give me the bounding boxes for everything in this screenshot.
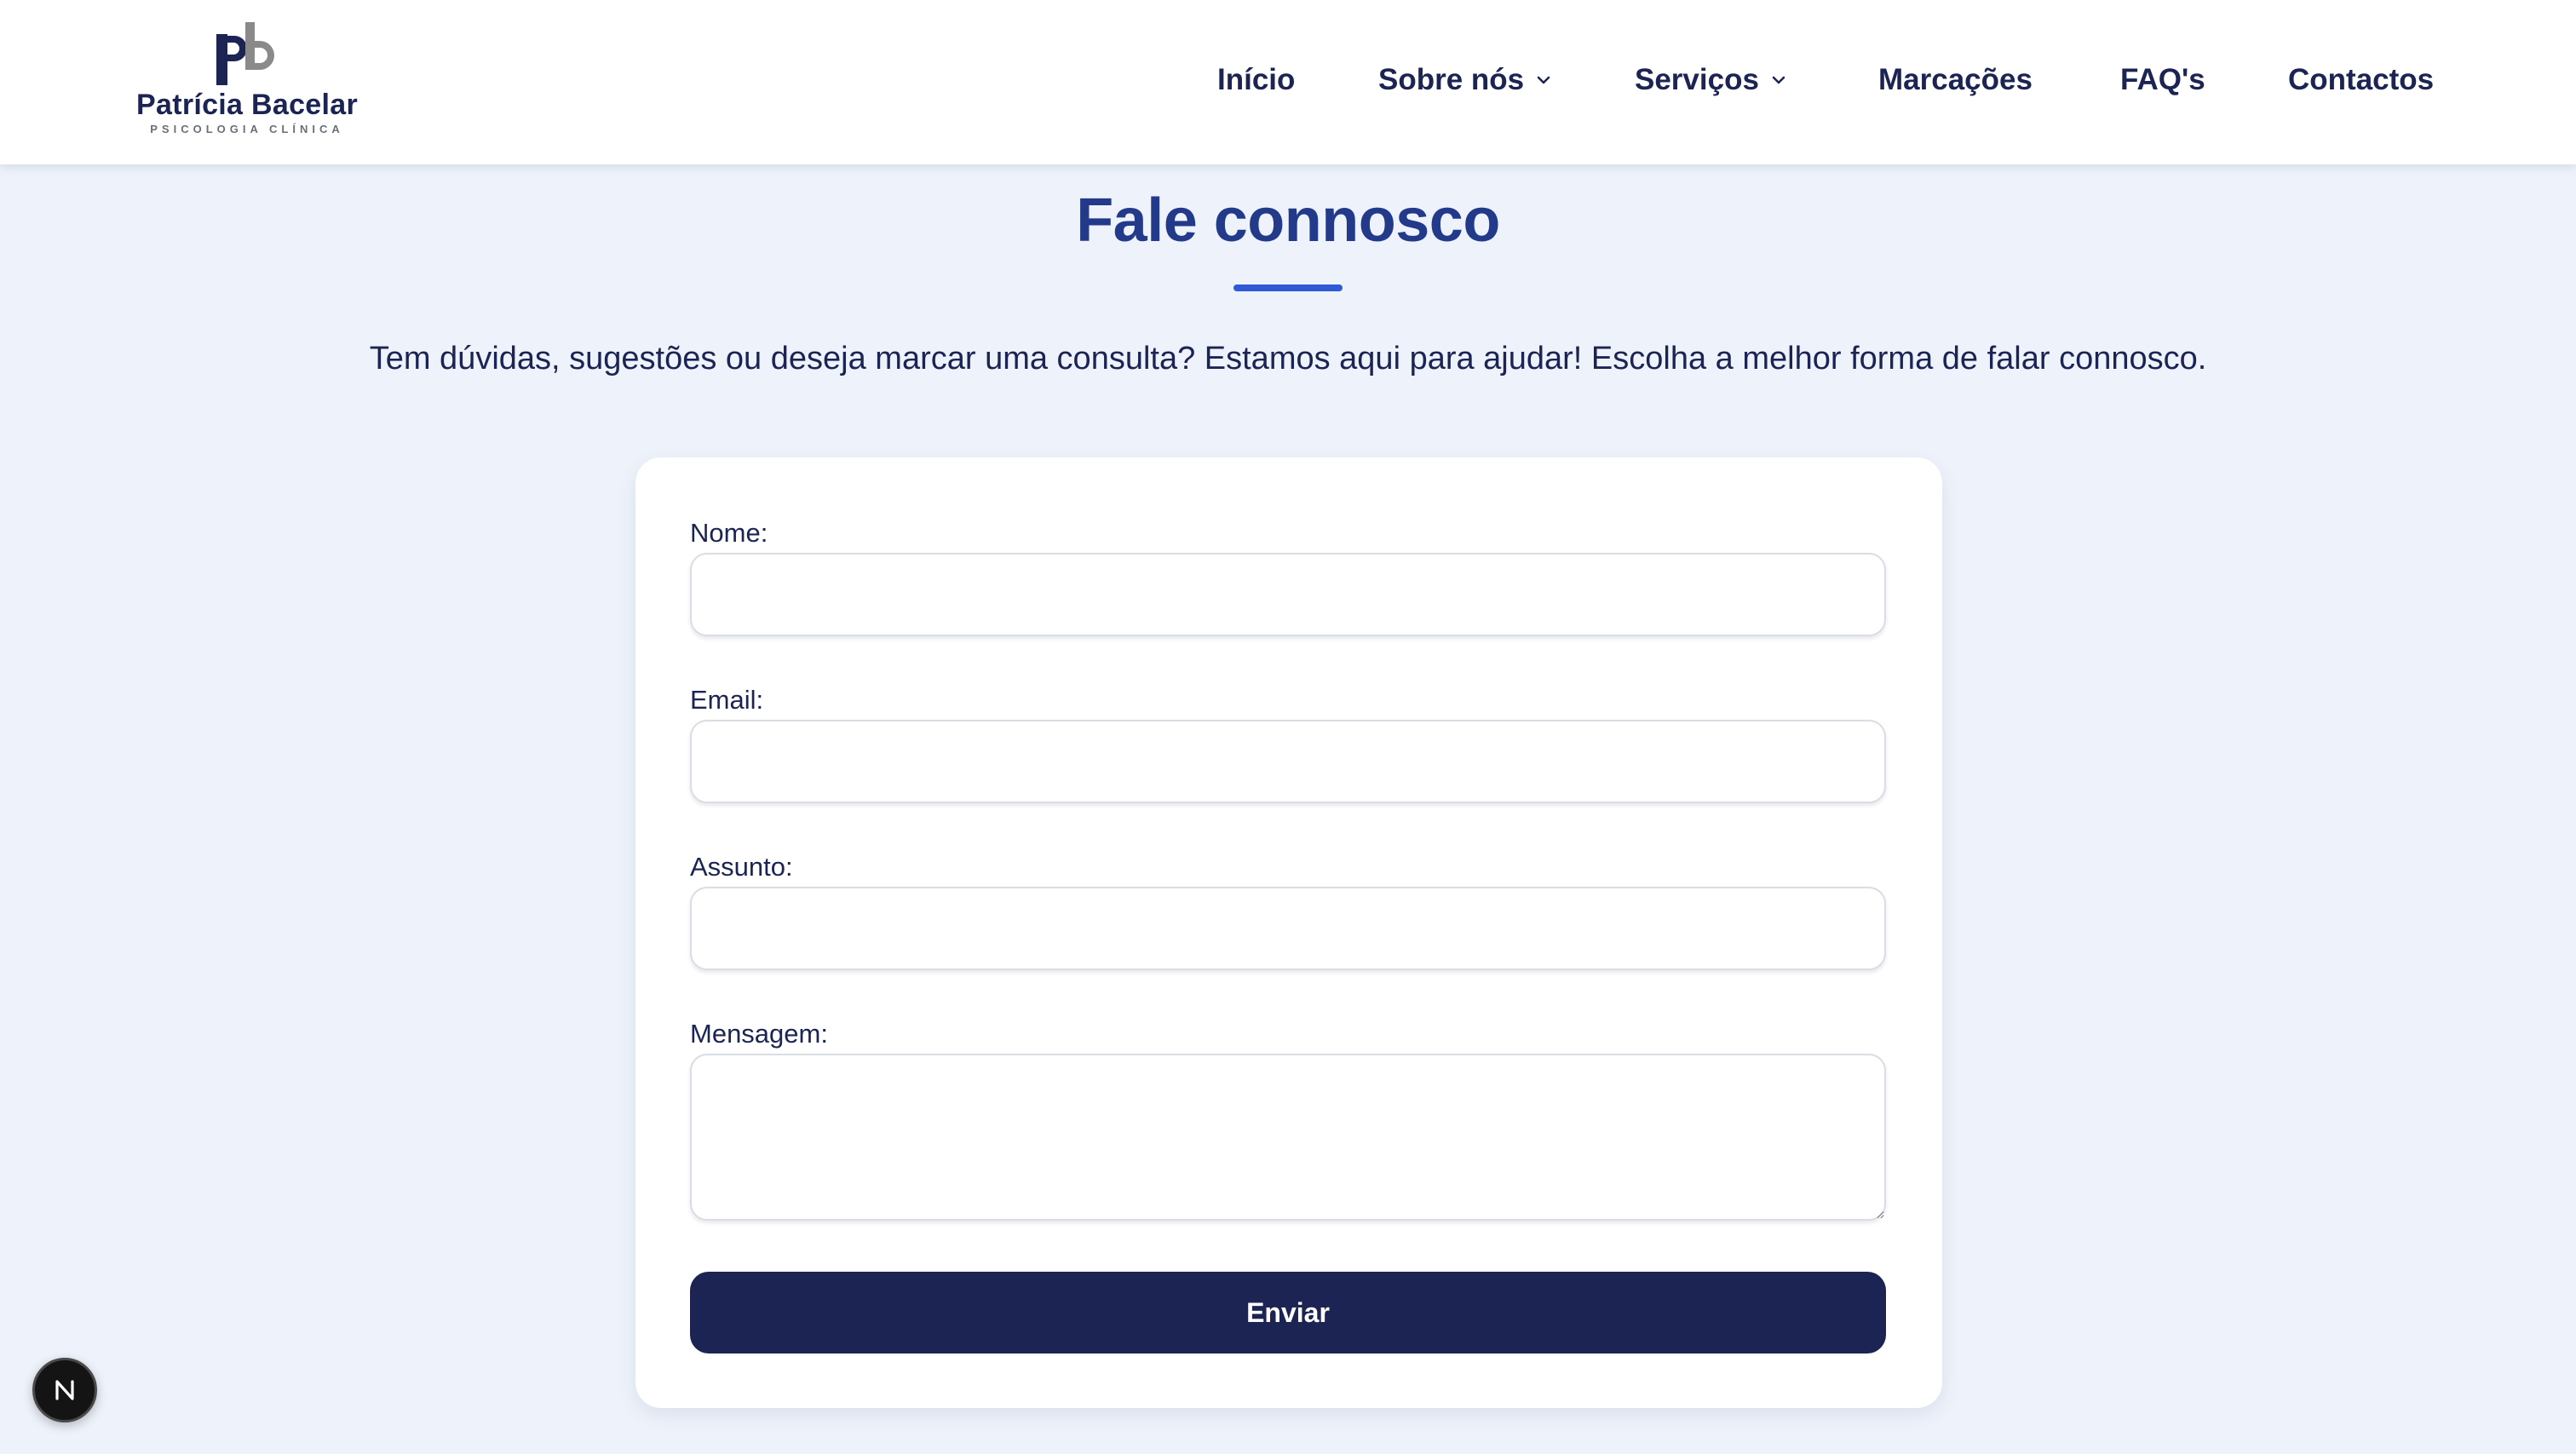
pb-monogram-icon xyxy=(216,22,274,85)
email-field[interactable] xyxy=(690,720,1886,803)
message-textarea[interactable] xyxy=(690,1054,1886,1221)
nav-item-faqs[interactable]: FAQ's xyxy=(2120,56,2205,104)
dev-tools-badge[interactable] xyxy=(32,1358,97,1422)
message-label: Mensagem: xyxy=(690,1019,828,1049)
nav-item-servicos[interactable]: Serviços xyxy=(1635,56,1786,104)
chevron-down-icon xyxy=(1772,76,1785,84)
page-title: Fale connosco xyxy=(1076,187,1500,255)
nav-item-inicio[interactable]: Início xyxy=(1217,56,1295,104)
site-header: Patrícia Bacelar PSICOLOGIA CLÍNICA Iníc… xyxy=(0,0,2576,164)
submit-button[interactable]: Enviar xyxy=(690,1272,1886,1353)
nav-item-label: Marcações xyxy=(1878,63,2033,96)
nav-item-label: Contactos xyxy=(2288,63,2435,96)
logo-name: Patrícia Bacelar xyxy=(136,89,358,121)
intro-text: Tem dúvidas, sugestões ou deseja marcar … xyxy=(369,341,2207,376)
chevron-down-icon xyxy=(1537,76,1550,84)
nav-item-marcacoes[interactable]: Marcações xyxy=(1878,56,2033,104)
site-logo[interactable]: Patrícia Bacelar PSICOLOGIA CLÍNICA xyxy=(136,22,358,141)
nav-item-label: Início xyxy=(1217,63,1296,96)
nav-item-label: Serviços xyxy=(1635,63,1759,96)
name-field[interactable] xyxy=(690,553,1886,636)
email-label: Email: xyxy=(690,685,764,715)
subject-field[interactable] xyxy=(690,887,1886,970)
title-underline xyxy=(1233,284,1343,291)
nextjs-logo-icon xyxy=(55,1380,74,1400)
name-label: Nome: xyxy=(690,518,768,548)
contact-form: Nome: Email: Assunto: Mensagem: Enviar xyxy=(635,457,1942,1408)
nav-item-label: Sobre nós xyxy=(1378,63,1525,96)
nav-item-label: FAQ's xyxy=(2120,63,2205,96)
subject-label: Assunto: xyxy=(690,852,793,882)
nav-item-sobre-nos[interactable]: Sobre nós xyxy=(1378,56,1551,104)
nav-item-contactos[interactable]: Contactos xyxy=(2288,56,2434,104)
logo-subtitle: PSICOLOGIA CLÍNICA xyxy=(150,123,344,135)
